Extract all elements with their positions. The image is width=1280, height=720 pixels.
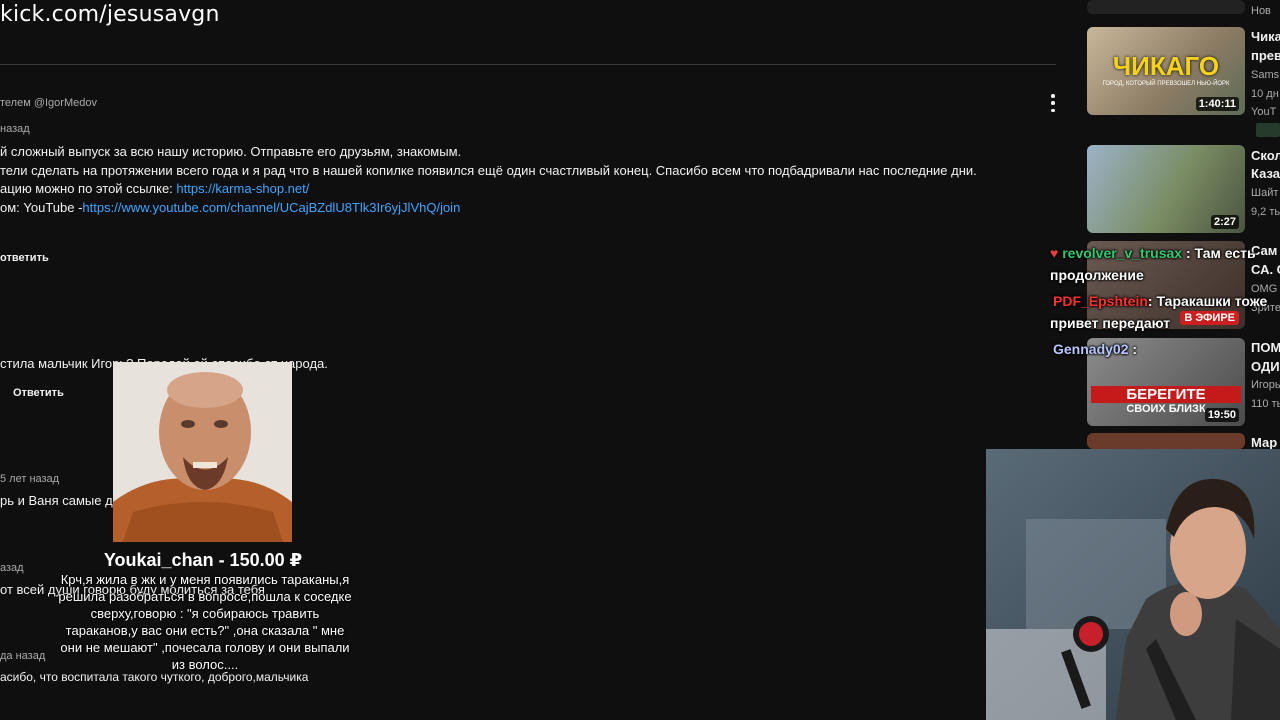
comment-line-2: тели сделать на протяжении всего года и … bbox=[0, 163, 977, 178]
chat-message-cont: продолжение bbox=[1050, 267, 1144, 283]
video-thumbnail[interactable] bbox=[1087, 433, 1245, 449]
video-title[interactable]: Скол bbox=[1251, 148, 1280, 163]
video-views: 10 дн bbox=[1251, 88, 1279, 100]
donation-alert-image bbox=[113, 362, 292, 542]
chat-text: : Таракашки тоже bbox=[1147, 293, 1268, 309]
chat-text: : bbox=[1128, 341, 1138, 357]
reply-button[interactable]: Ответить bbox=[13, 387, 64, 399]
video-duration: 19:50 bbox=[1204, 408, 1239, 422]
chat-message: ♥ revolver_v_trusax : Там есть bbox=[1050, 245, 1256, 261]
comment-time: азад bbox=[0, 562, 24, 574]
video-thumbnail[interactable]: ЧИКАГО ГОРОД, КОТОРЫЙ ПРЕВЗОШЕЛ НЬЮ-ЙОРК… bbox=[1087, 27, 1245, 115]
video-channel[interactable]: Игорь bbox=[1251, 379, 1280, 391]
karma-shop-link[interactable]: https://karma-shop.net/ bbox=[176, 181, 309, 196]
video-title[interactable]: Каза bbox=[1251, 166, 1280, 181]
sidebar-new-label: Нов bbox=[1251, 5, 1271, 17]
donation-name: Youkai_chan - 150.00 ₽ bbox=[103, 550, 303, 570]
video-title[interactable]: СА. С bbox=[1251, 262, 1280, 277]
comment-time: назад bbox=[0, 123, 30, 135]
video-title[interactable]: Мар bbox=[1251, 435, 1277, 450]
video-source: YouT bbox=[1251, 106, 1277, 118]
video-thumbnail[interactable] bbox=[1087, 0, 1245, 14]
video-title[interactable]: ОДИ bbox=[1251, 359, 1280, 374]
chat-message: Gennady02 : bbox=[1053, 341, 1137, 357]
chat-username: PDF_Epshtein bbox=[1053, 293, 1148, 309]
streamer-webcam bbox=[986, 449, 1280, 720]
video-duration: 1:40:11 bbox=[1195, 97, 1239, 111]
comment-line-3: ацию можно по этой ссылке: https://karma… bbox=[0, 181, 310, 196]
sidebar-badge bbox=[1256, 123, 1280, 137]
comment-time: да назад bbox=[0, 650, 46, 662]
video-views: 9,2 ть bbox=[1251, 206, 1280, 218]
heart-icon: ♥ bbox=[1050, 245, 1059, 261]
comment-line-4: ом: YouTube -https://www.youtube.com/cha… bbox=[0, 200, 461, 215]
thumbnail-title: БЕРЕГИТЕ bbox=[1091, 386, 1241, 403]
chat-text: : Там есть bbox=[1182, 245, 1256, 261]
video-duration: 2:27 bbox=[1210, 215, 1239, 229]
comment-line-1: й сложный выпуск за всю нашу историю. От… bbox=[0, 144, 462, 159]
video-views: 110 ть bbox=[1251, 398, 1280, 410]
video-title[interactable]: прев bbox=[1251, 48, 1280, 63]
video-channel[interactable]: Шайт bbox=[1251, 187, 1278, 199]
section-divider bbox=[0, 64, 1056, 65]
chat-username: Gennady02 bbox=[1053, 341, 1129, 357]
video-thumbnail[interactable]: 2:27 bbox=[1087, 145, 1245, 233]
comment-time: 5 лет назад bbox=[0, 473, 60, 485]
video-title[interactable]: ПОМ bbox=[1251, 340, 1280, 355]
video-channel[interactable]: Sams bbox=[1251, 69, 1279, 81]
chat-username: revolver_v_trusax bbox=[1062, 245, 1183, 261]
chat-message: PDF_Epshtein: Таракашки тоже bbox=[1053, 293, 1267, 309]
donation-message: Крч,я жила в жк и у меня появились тарак… bbox=[58, 572, 352, 672]
youtube-join-link[interactable]: https://www.youtube.com/channel/UCajBZdl… bbox=[82, 200, 460, 215]
comment-text: рь и Ваня самые до bbox=[0, 493, 120, 508]
live-badge: В ЭФИРЕ bbox=[1180, 311, 1239, 325]
video-title[interactable]: Чика bbox=[1251, 29, 1280, 44]
reply-button[interactable]: ответить bbox=[0, 252, 49, 264]
stream-watermark-url: kick.com/jesusavgn bbox=[0, 2, 220, 27]
chat-message-cont: привет передают bbox=[1050, 315, 1171, 331]
comment-more-icon[interactable] bbox=[1048, 94, 1058, 112]
comment-author[interactable]: телем @IgorMedov bbox=[0, 97, 97, 109]
thumbnail-title: ЧИКАГО bbox=[1112, 51, 1220, 81]
thumbnail-subtitle: ГОРОД, КОТОРЫЙ ПРЕВЗОШЕЛ НЬЮ-ЙОРК bbox=[1102, 81, 1230, 87]
